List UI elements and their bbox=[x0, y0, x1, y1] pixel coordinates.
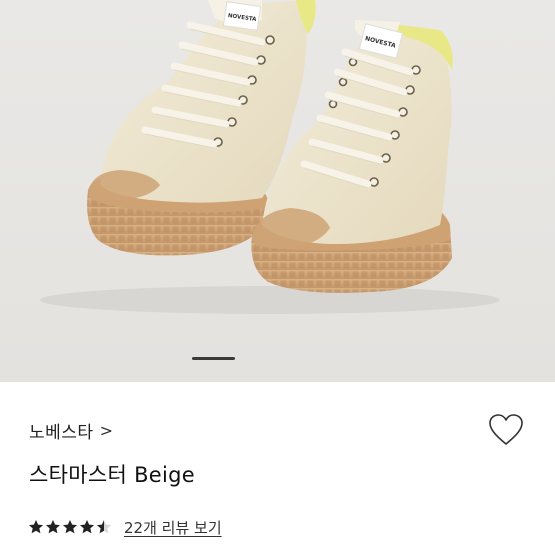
product-info: 노베스타 > 스타마스터 Beige 22개 리뷰 보기 bbox=[0, 382, 555, 555]
product-title: 스타마스터 Beige bbox=[29, 463, 195, 487]
rating-row: 22개 리뷰 보기 bbox=[28, 516, 222, 538]
product-image-gallery[interactable]: NOVESTA NOVESTA bbox=[0, 0, 555, 382]
wishlist-heart-icon[interactable] bbox=[487, 412, 525, 448]
gallery-page-indicator bbox=[192, 357, 235, 360]
star-icon bbox=[79, 519, 95, 535]
star-icon bbox=[62, 519, 78, 535]
chevron-right-icon: > bbox=[99, 420, 113, 440]
star-icon bbox=[96, 519, 112, 535]
brand-link[interactable]: 노베스타 > bbox=[29, 418, 113, 443]
product-image: NOVESTA NOVESTA bbox=[40, 0, 500, 314]
brand-name: 노베스타 bbox=[29, 422, 94, 443]
star-icon bbox=[45, 519, 61, 535]
review-count-link[interactable]: 22개 리뷰 보기 bbox=[124, 517, 222, 538]
star-rating bbox=[28, 519, 112, 535]
star-icon bbox=[28, 519, 44, 535]
